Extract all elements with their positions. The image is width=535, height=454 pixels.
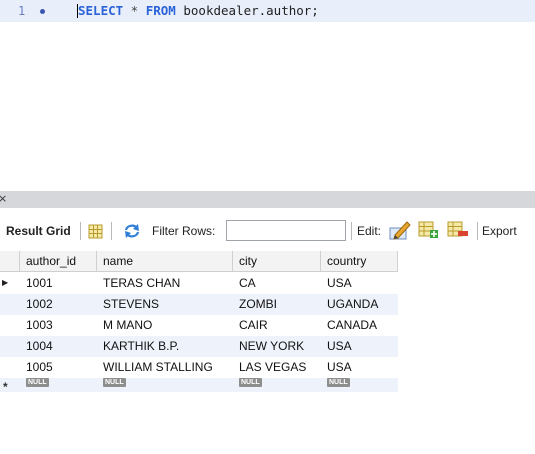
table-cell[interactable]: TERAS CHAN <box>103 273 180 294</box>
sql-keyword-select: SELECT <box>78 3 124 18</box>
table-row[interactable]: 1005 WILLIAM STALLING LAS VEGAS USA <box>0 357 398 378</box>
null-badge[interactable]: NULL <box>26 378 49 387</box>
new-row[interactable]: * NULL NULL NULL NULL <box>0 378 398 394</box>
filter-rows-label: Filter Rows: <box>152 224 216 238</box>
toolbar-separator <box>477 222 478 240</box>
row-header[interactable]: ▶ <box>0 273 20 294</box>
table-cell[interactable]: 1003 <box>26 315 53 336</box>
grid-header-row: author_id name city country <box>0 251 398 272</box>
row-header[interactable] <box>0 357 20 378</box>
refresh-icon[interactable] <box>123 223 141 239</box>
table-cell[interactable]: CAIR <box>239 315 268 336</box>
null-badge[interactable]: NULL <box>239 378 262 387</box>
table-cell[interactable]: ZOMBI <box>239 294 277 315</box>
table-cell[interactable]: STEVENS <box>103 294 159 315</box>
sql-keyword-from: FROM <box>145 3 176 18</box>
column-header-country[interactable]: country <box>321 251 398 272</box>
export-button[interactable]: Export <box>482 224 517 238</box>
table-cell[interactable]: 1005 <box>26 357 53 378</box>
table-row[interactable]: 1004 KARTHIK B.P. NEW YORK USA <box>0 336 398 357</box>
table-cell[interactable]: LAS VEGAS <box>239 357 306 378</box>
table-row[interactable]: ▶ 1001 TERAS CHAN CA USA <box>0 273 398 294</box>
table-cell[interactable]: USA <box>327 336 352 357</box>
delete-row-icon[interactable] <box>447 221 469 239</box>
row-header[interactable] <box>0 294 20 315</box>
table-cell[interactable]: KARTHIK B.P. <box>103 336 179 357</box>
table-cell[interactable]: CA <box>239 273 256 294</box>
result-toolbar: Result Grid Filter Rows: Edit: Export <box>0 216 535 248</box>
table-row[interactable]: 1003 M MANO CAIR CANADA <box>0 315 398 336</box>
table-cell[interactable]: 1001 <box>26 273 53 294</box>
sql-table-ref: bookdealer.author; <box>175 3 319 18</box>
table-cell[interactable]: UGANDA <box>327 294 378 315</box>
table-cell[interactable]: USA <box>327 357 352 378</box>
editor-current-line[interactable]: 1 SELECT * FROM bookdealer.author; <box>0 0 535 22</box>
statement-marker-icon <box>40 9 45 14</box>
toolbar-separator <box>80 222 81 240</box>
column-header-author-id[interactable]: author_id <box>20 251 97 272</box>
null-badge[interactable]: NULL <box>103 378 126 387</box>
sql-statement[interactable]: SELECT * FROM bookdealer.author; <box>78 3 319 18</box>
row-header[interactable] <box>0 336 20 357</box>
result-panel-header: × <box>0 191 535 208</box>
line-number: 1 <box>18 4 26 18</box>
toolbar-separator <box>111 222 112 240</box>
table-cell[interactable]: M MANO <box>103 315 152 336</box>
add-row-icon[interactable] <box>418 221 440 239</box>
sql-editor[interactable]: 1 SELECT * FROM bookdealer.author; <box>0 0 535 190</box>
table-cell[interactable]: 1002 <box>26 294 53 315</box>
table-cell[interactable]: WILLIAM STALLING <box>103 357 213 378</box>
column-header-name[interactable]: name <box>97 251 233 272</box>
result-grid-tab[interactable]: Result Grid <box>6 224 71 238</box>
new-row-icon: * <box>3 380 8 394</box>
table-cell[interactable]: USA <box>327 273 352 294</box>
toolbar-separator <box>351 222 352 240</box>
null-badge[interactable]: NULL <box>327 378 350 387</box>
row-header[interactable] <box>0 315 20 336</box>
current-row-icon: ▶ <box>2 278 9 287</box>
close-icon[interactable]: × <box>0 192 7 206</box>
sql-star: * <box>123 3 146 18</box>
table-cell[interactable]: 1004 <box>26 336 53 357</box>
grid-toggle-icon[interactable] <box>88 224 103 239</box>
edit-label: Edit: <box>357 224 382 238</box>
table-cell[interactable]: CANADA <box>327 315 377 336</box>
column-header-city[interactable]: city <box>233 251 321 272</box>
table-cell[interactable]: NEW YORK <box>239 336 304 357</box>
edit-row-icon[interactable] <box>389 220 411 240</box>
filter-rows-input[interactable] <box>226 220 346 241</box>
row-header-corner <box>0 251 20 272</box>
table-row[interactable]: 1002 STEVENS ZOMBI UGANDA <box>0 294 398 315</box>
